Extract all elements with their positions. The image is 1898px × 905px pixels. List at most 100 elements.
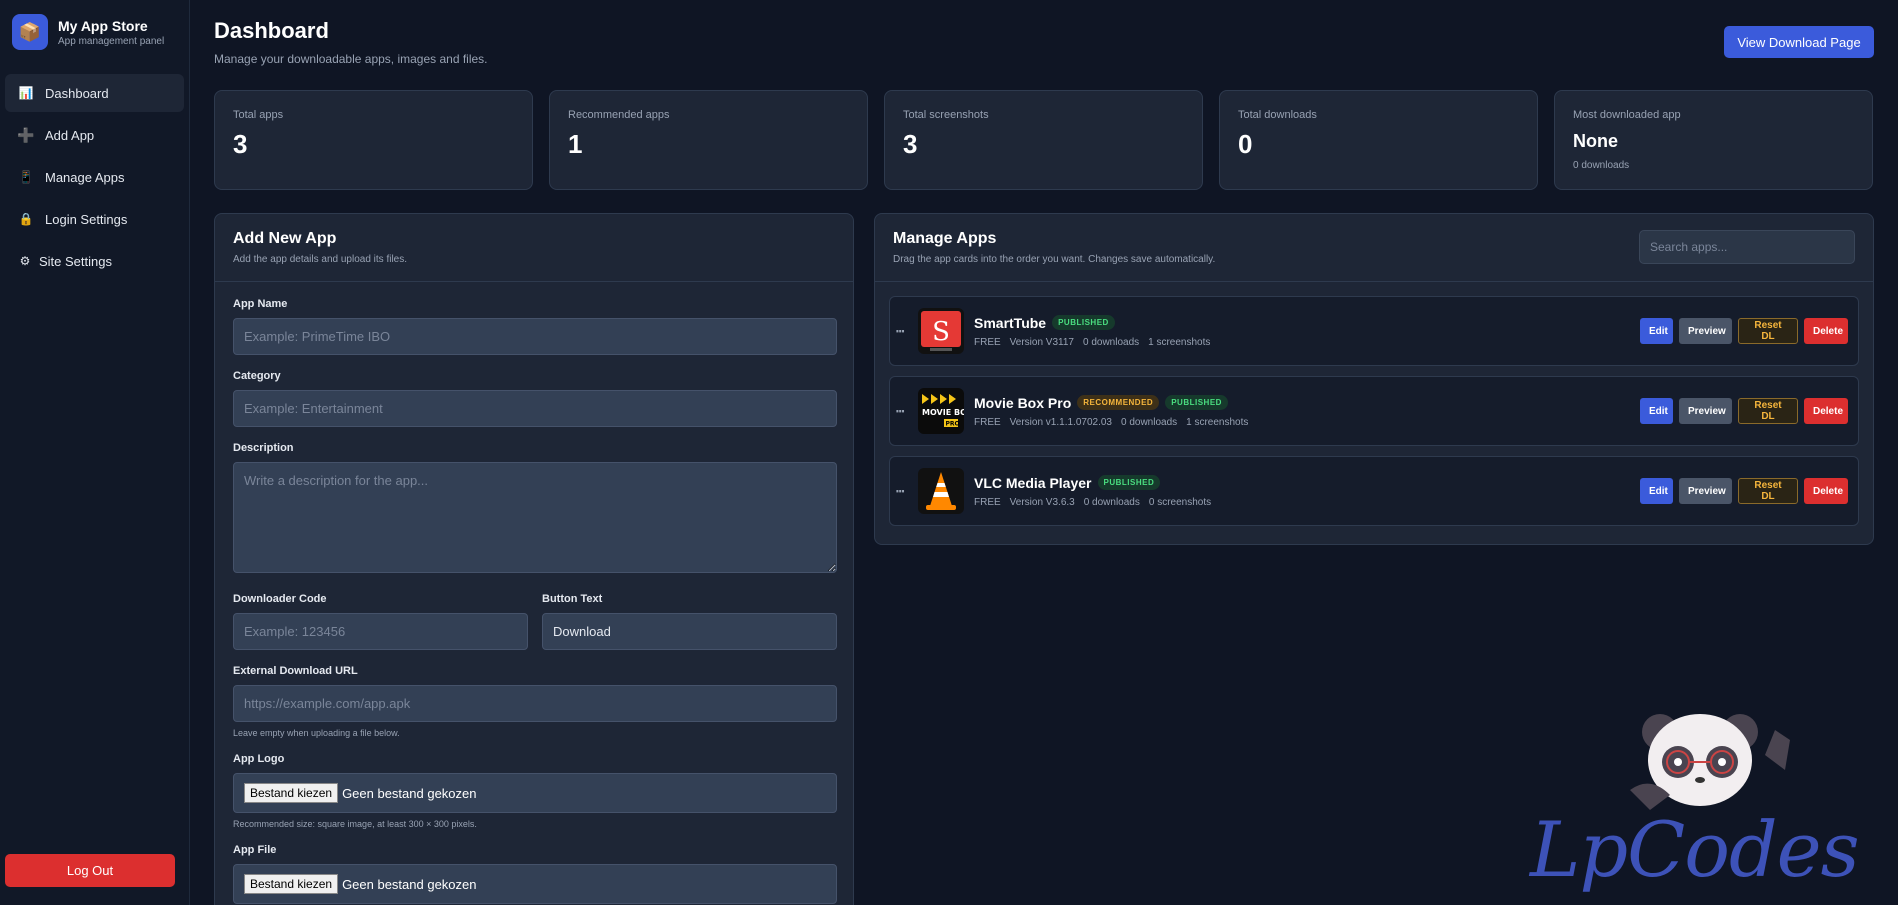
stat-card-total-downloads: Total downloads 0 [1219,90,1538,190]
drag-handle-icon[interactable]: ┅ [896,323,912,340]
downloader-code-label: Downloader Code [233,593,327,605]
edit-button[interactable]: Edit [1640,478,1673,504]
chart-icon: 📊 [18,86,34,100]
app-name-label: App Name [233,298,288,310]
description-label: Description [233,442,294,454]
sidebar-item-label: Manage Apps [45,169,125,185]
app-price: FREE [974,416,1001,428]
add-app-title: Add New App [233,230,337,247]
add-app-panel: Add New App Add the app details and uplo… [214,213,854,905]
moviebox-icon-tag: PRO [946,421,960,428]
preview-button[interactable]: Preview [1679,478,1732,504]
description-textarea[interactable] [233,462,837,573]
stat-card-most-downloaded: Most downloaded app None 0 downloads [1554,90,1873,190]
recommended-badge: RECOMMENDED [1077,395,1160,410]
sidebar: 📦 My App Store App management panel 📊 Da… [0,0,190,905]
app-card-vlc-media-player[interactable]: ┅ VLC Media Player PUBLISHED FREE Versio… [889,456,1859,526]
stat-value: None [1573,131,1618,151]
app-file-input[interactable]: Bestand kiezen Geen bestand gekozen [233,864,837,904]
app-card-movie-box-pro[interactable]: ┅ MOVIE BOX PRO Movie Box [889,376,1859,446]
status-badge: PUBLISHED [1165,395,1228,410]
sidebar-item-add-app[interactable]: ➕ Add App [5,116,184,154]
drag-handle-icon[interactable]: ┅ [896,483,912,500]
stat-value: 1 [568,129,583,159]
stat-card-total-screenshots: Total screenshots 3 [884,90,1203,190]
sidebar-item-label: Site Settings [39,253,112,269]
reset-downloads-button[interactable]: Reset DL [1738,318,1798,344]
app-downloads: 0 downloads [1120,416,1178,428]
category-input[interactable] [233,390,837,427]
smarttube-icon: S [918,308,964,354]
stat-label: Recommended apps [568,109,670,121]
app-version: Version V3.6.3 [1009,496,1075,508]
stat-card-recommended-apps: Recommended apps 1 [549,90,868,190]
app-downloads: 0 downloads [1083,496,1140,508]
plus-icon: ➕ [17,126,35,143]
status-badge: PUBLISHED [1097,475,1161,490]
stat-card-total-apps: Total apps 3 [214,90,533,190]
sidebar-nav: 📊 Dashboard ➕ Add App 📱 Manage Apps 🔒 Lo… [0,74,189,280]
logout-button[interactable]: Log Out [5,854,175,887]
choose-file-button[interactable]: Bestand kiezen [244,874,339,894]
delete-button[interactable]: Delete [1804,318,1848,344]
gear-icon: ⚙ [19,254,31,268]
sidebar-item-label: Login Settings [45,211,128,227]
search-apps-input[interactable] [1639,230,1855,264]
app-screenshots: 1 screenshots [1186,416,1249,428]
package-icon: 📦 [12,14,48,50]
stat-label: Most downloaded app [1573,109,1681,121]
preview-button[interactable]: Preview [1679,318,1732,344]
delete-button[interactable]: Delete [1804,398,1848,424]
stat-label: Total screenshots [903,109,989,121]
sidebar-item-label: Dashboard [45,85,109,101]
choose-file-button[interactable]: Bestand kiezen [244,783,339,803]
app-file-label: App File [233,844,277,856]
add-app-form: App Name Category Description Downloader… [215,282,853,905]
app-version: Version v1.1.1.0702.03 [1009,416,1112,428]
stat-value: 0 [1238,129,1253,159]
stat-note: 0 downloads [1573,160,1630,171]
button-text-label: Button Text [542,593,603,605]
app-logo-file-input[interactable]: Bestand kiezen Geen bestand gekozen [233,773,837,813]
button-text-input[interactable] [542,613,837,650]
view-download-page-button[interactable]: View Download Page [1724,26,1874,58]
stat-value: 3 [903,129,918,159]
stat-label: Total apps [233,109,284,121]
sidebar-item-label: Add App [45,127,95,143]
app-meta: FREE Version V3117 0 downloads 1 screens… [974,337,1640,348]
app-price: FREE [974,496,1001,508]
manage-apps-panel: Manage Apps Drag the app cards into the … [874,213,1874,545]
edit-button[interactable]: Edit [1640,318,1673,344]
brand: 📦 My App Store App management panel [0,0,189,64]
add-app-header: Add New App Add the app details and uplo… [215,214,853,282]
clipboard-icon: 📱 [18,170,34,184]
drag-handle-icon[interactable]: ┅ [896,403,912,420]
app-name-input[interactable] [233,318,837,355]
app-screenshots: 1 screenshots [1148,336,1211,348]
page-title: Dashboard [214,18,329,43]
app-name: Movie Box Pro [974,394,1072,411]
sidebar-item-login-settings[interactable]: 🔒 Login Settings [5,200,184,238]
external-url-input[interactable] [233,685,837,722]
category-label: Category [233,370,281,382]
app-meta: FREE Version v1.1.1.0702.03 0 downloads … [974,417,1640,428]
preview-button[interactable]: Preview [1679,398,1732,424]
downloader-code-input[interactable] [233,613,528,650]
watermark: LpCodes [1530,700,1880,900]
app-meta: FREE Version V3.6.3 0 downloads 0 screen… [974,497,1640,508]
sidebar-item-site-settings[interactable]: ⚙ Site Settings [5,242,184,280]
vlc-icon [918,468,964,514]
reset-downloads-button[interactable]: Reset DL [1738,398,1798,424]
app-actions: Edit Preview Reset DL Delete [1640,478,1848,504]
reset-downloads-button[interactable]: Reset DL [1738,478,1798,504]
svg-text:S: S [932,317,950,347]
sidebar-item-manage-apps[interactable]: 📱 Manage Apps [5,158,184,196]
edit-button[interactable]: Edit [1640,398,1673,424]
brand-title: My App Store [58,17,148,34]
brand-subtitle: App management panel [58,35,165,47]
app-card-smarttube[interactable]: ┅ S SmartTube PUBLISHED FREE Version V31… [889,296,1859,366]
delete-button[interactable]: Delete [1804,478,1848,504]
file-status: Geen bestand gekozen [342,876,477,892]
sidebar-item-dashboard[interactable]: 📊 Dashboard [5,74,184,112]
external-url-label: External Download URL [233,665,358,677]
